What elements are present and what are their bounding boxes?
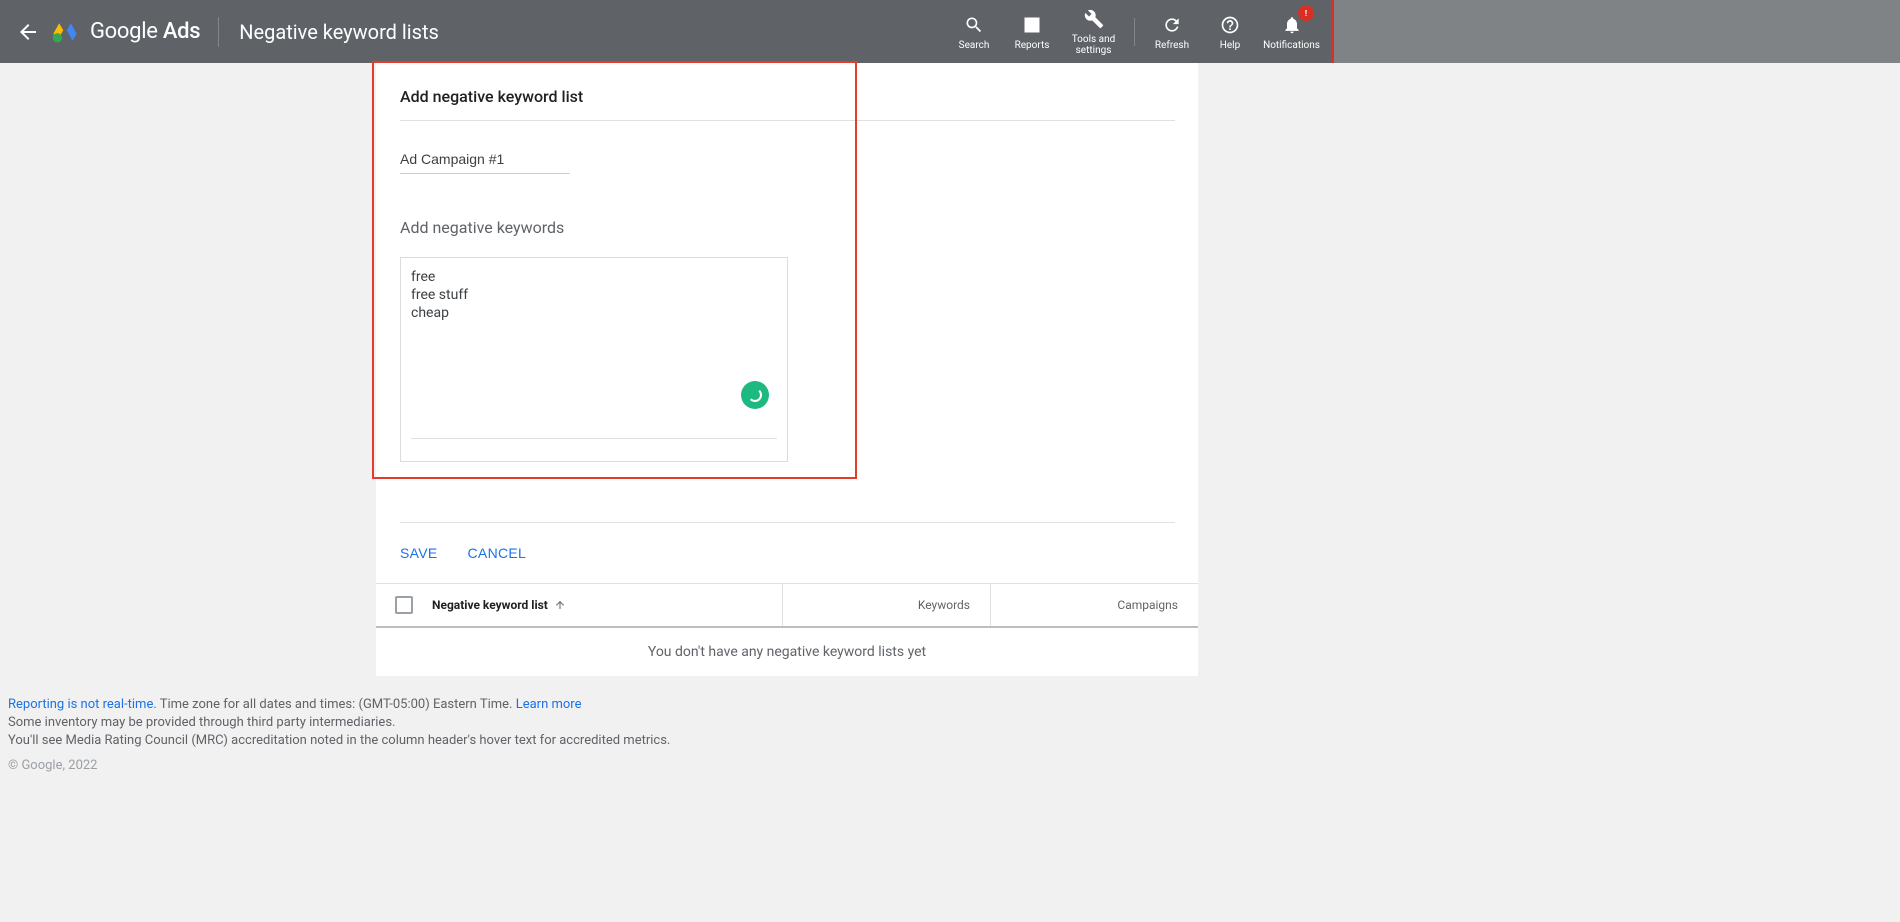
column-header-campaigns[interactable]: Campaigns xyxy=(990,584,1198,626)
cancel-button[interactable]: CANCEL xyxy=(468,545,527,561)
reports-button[interactable]: Reports xyxy=(1003,0,1061,63)
lists-table: Negative keyword list Keywords Campaigns… xyxy=(376,583,1198,676)
keywords-textarea[interactable] xyxy=(411,268,777,408)
keywords-section-title: Add negative keywords xyxy=(400,218,1174,237)
svg-text:!: ! xyxy=(1305,9,1307,17)
header-actions: Search Reports Tools and settings Refres… xyxy=(945,0,1324,63)
column-header-name[interactable]: Negative keyword list xyxy=(432,598,782,612)
help-label: Help xyxy=(1220,40,1240,51)
reporting-realtime-link[interactable]: Reporting is not real-time. xyxy=(8,697,157,712)
form-panel: Add negative keyword list Add negative k… xyxy=(376,63,1198,676)
footer-line1: Reporting is not real-time. Time zone fo… xyxy=(8,696,1892,714)
header-divider xyxy=(218,17,219,47)
column-campaigns-label: Campaigns xyxy=(1117,598,1178,612)
header-overflow xyxy=(1334,0,1900,63)
footer-line3: You'll see Media Rating Council (MRC) ac… xyxy=(8,732,1892,750)
footer: Reporting is not real-time. Time zone fo… xyxy=(0,696,1900,775)
refresh-button[interactable]: Refresh xyxy=(1143,0,1201,63)
form-actions: SAVE CANCEL xyxy=(400,522,1175,583)
search-icon xyxy=(964,13,984,37)
tools-label: Tools and settings xyxy=(1061,34,1126,56)
reports-icon xyxy=(1022,13,1042,37)
notification-badge: ! xyxy=(1298,5,1314,21)
search-button[interactable]: Search xyxy=(945,0,1003,63)
footer-line2: Some inventory may be provided through t… xyxy=(8,714,1892,732)
select-all-cell xyxy=(376,596,432,614)
tools-button[interactable]: Tools and settings xyxy=(1061,0,1126,63)
brand-label: Google Ads xyxy=(90,19,200,44)
column-keywords-label: Keywords xyxy=(918,598,970,612)
select-all-checkbox[interactable] xyxy=(395,596,413,614)
column-header-keywords[interactable]: Keywords xyxy=(782,584,990,626)
help-button[interactable]: Help xyxy=(1201,0,1259,63)
keywords-box xyxy=(400,257,788,462)
empty-state-message: You don't have any negative keyword list… xyxy=(376,628,1198,676)
help-icon xyxy=(1220,13,1240,37)
back-button[interactable] xyxy=(16,20,40,44)
action-divider xyxy=(1134,18,1135,46)
app-header: Google Ads Negative keyword lists Search… xyxy=(0,0,1334,63)
save-button[interactable]: SAVE xyxy=(400,545,438,561)
page-title: Negative keyword lists xyxy=(239,20,439,44)
sort-ascending-icon xyxy=(554,599,566,611)
textarea-underline xyxy=(411,438,777,439)
form-title: Add negative keyword list xyxy=(400,87,1175,121)
notifications-button[interactable]: Notifications ! xyxy=(1259,0,1324,63)
search-label: Search xyxy=(959,40,990,51)
loading-spinner-icon xyxy=(741,381,769,409)
reports-label: Reports xyxy=(1015,40,1050,51)
main-content: Add negative keyword list Add negative k… xyxy=(0,63,1900,775)
arrow-left-icon xyxy=(16,20,40,44)
footer-timezone-text: Time zone for all dates and times: (GMT-… xyxy=(157,697,516,712)
wrench-icon xyxy=(1084,7,1104,31)
learn-more-link[interactable]: Learn more xyxy=(516,697,582,712)
footer-copyright: © Google, 2022 xyxy=(8,757,1892,775)
refresh-icon xyxy=(1162,13,1182,37)
column-name-label: Negative keyword list xyxy=(432,598,548,612)
brand-part2: Ads xyxy=(163,19,200,44)
google-ads-logo-icon xyxy=(50,17,80,47)
notifications-label: Notifications xyxy=(1263,40,1320,51)
list-name-input[interactable] xyxy=(400,145,570,174)
refresh-label: Refresh xyxy=(1155,40,1189,51)
table-header-row: Negative keyword list Keywords Campaigns xyxy=(376,584,1198,628)
brand-part1: Google xyxy=(90,19,158,44)
